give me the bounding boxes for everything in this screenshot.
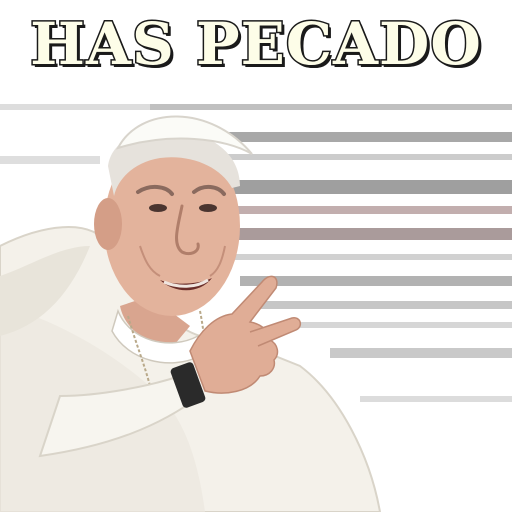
meme-caption: HAS PECADO xyxy=(29,9,483,80)
meme-canvas: HAS PECADO xyxy=(0,0,512,512)
pointing-person-photo xyxy=(0,96,512,512)
